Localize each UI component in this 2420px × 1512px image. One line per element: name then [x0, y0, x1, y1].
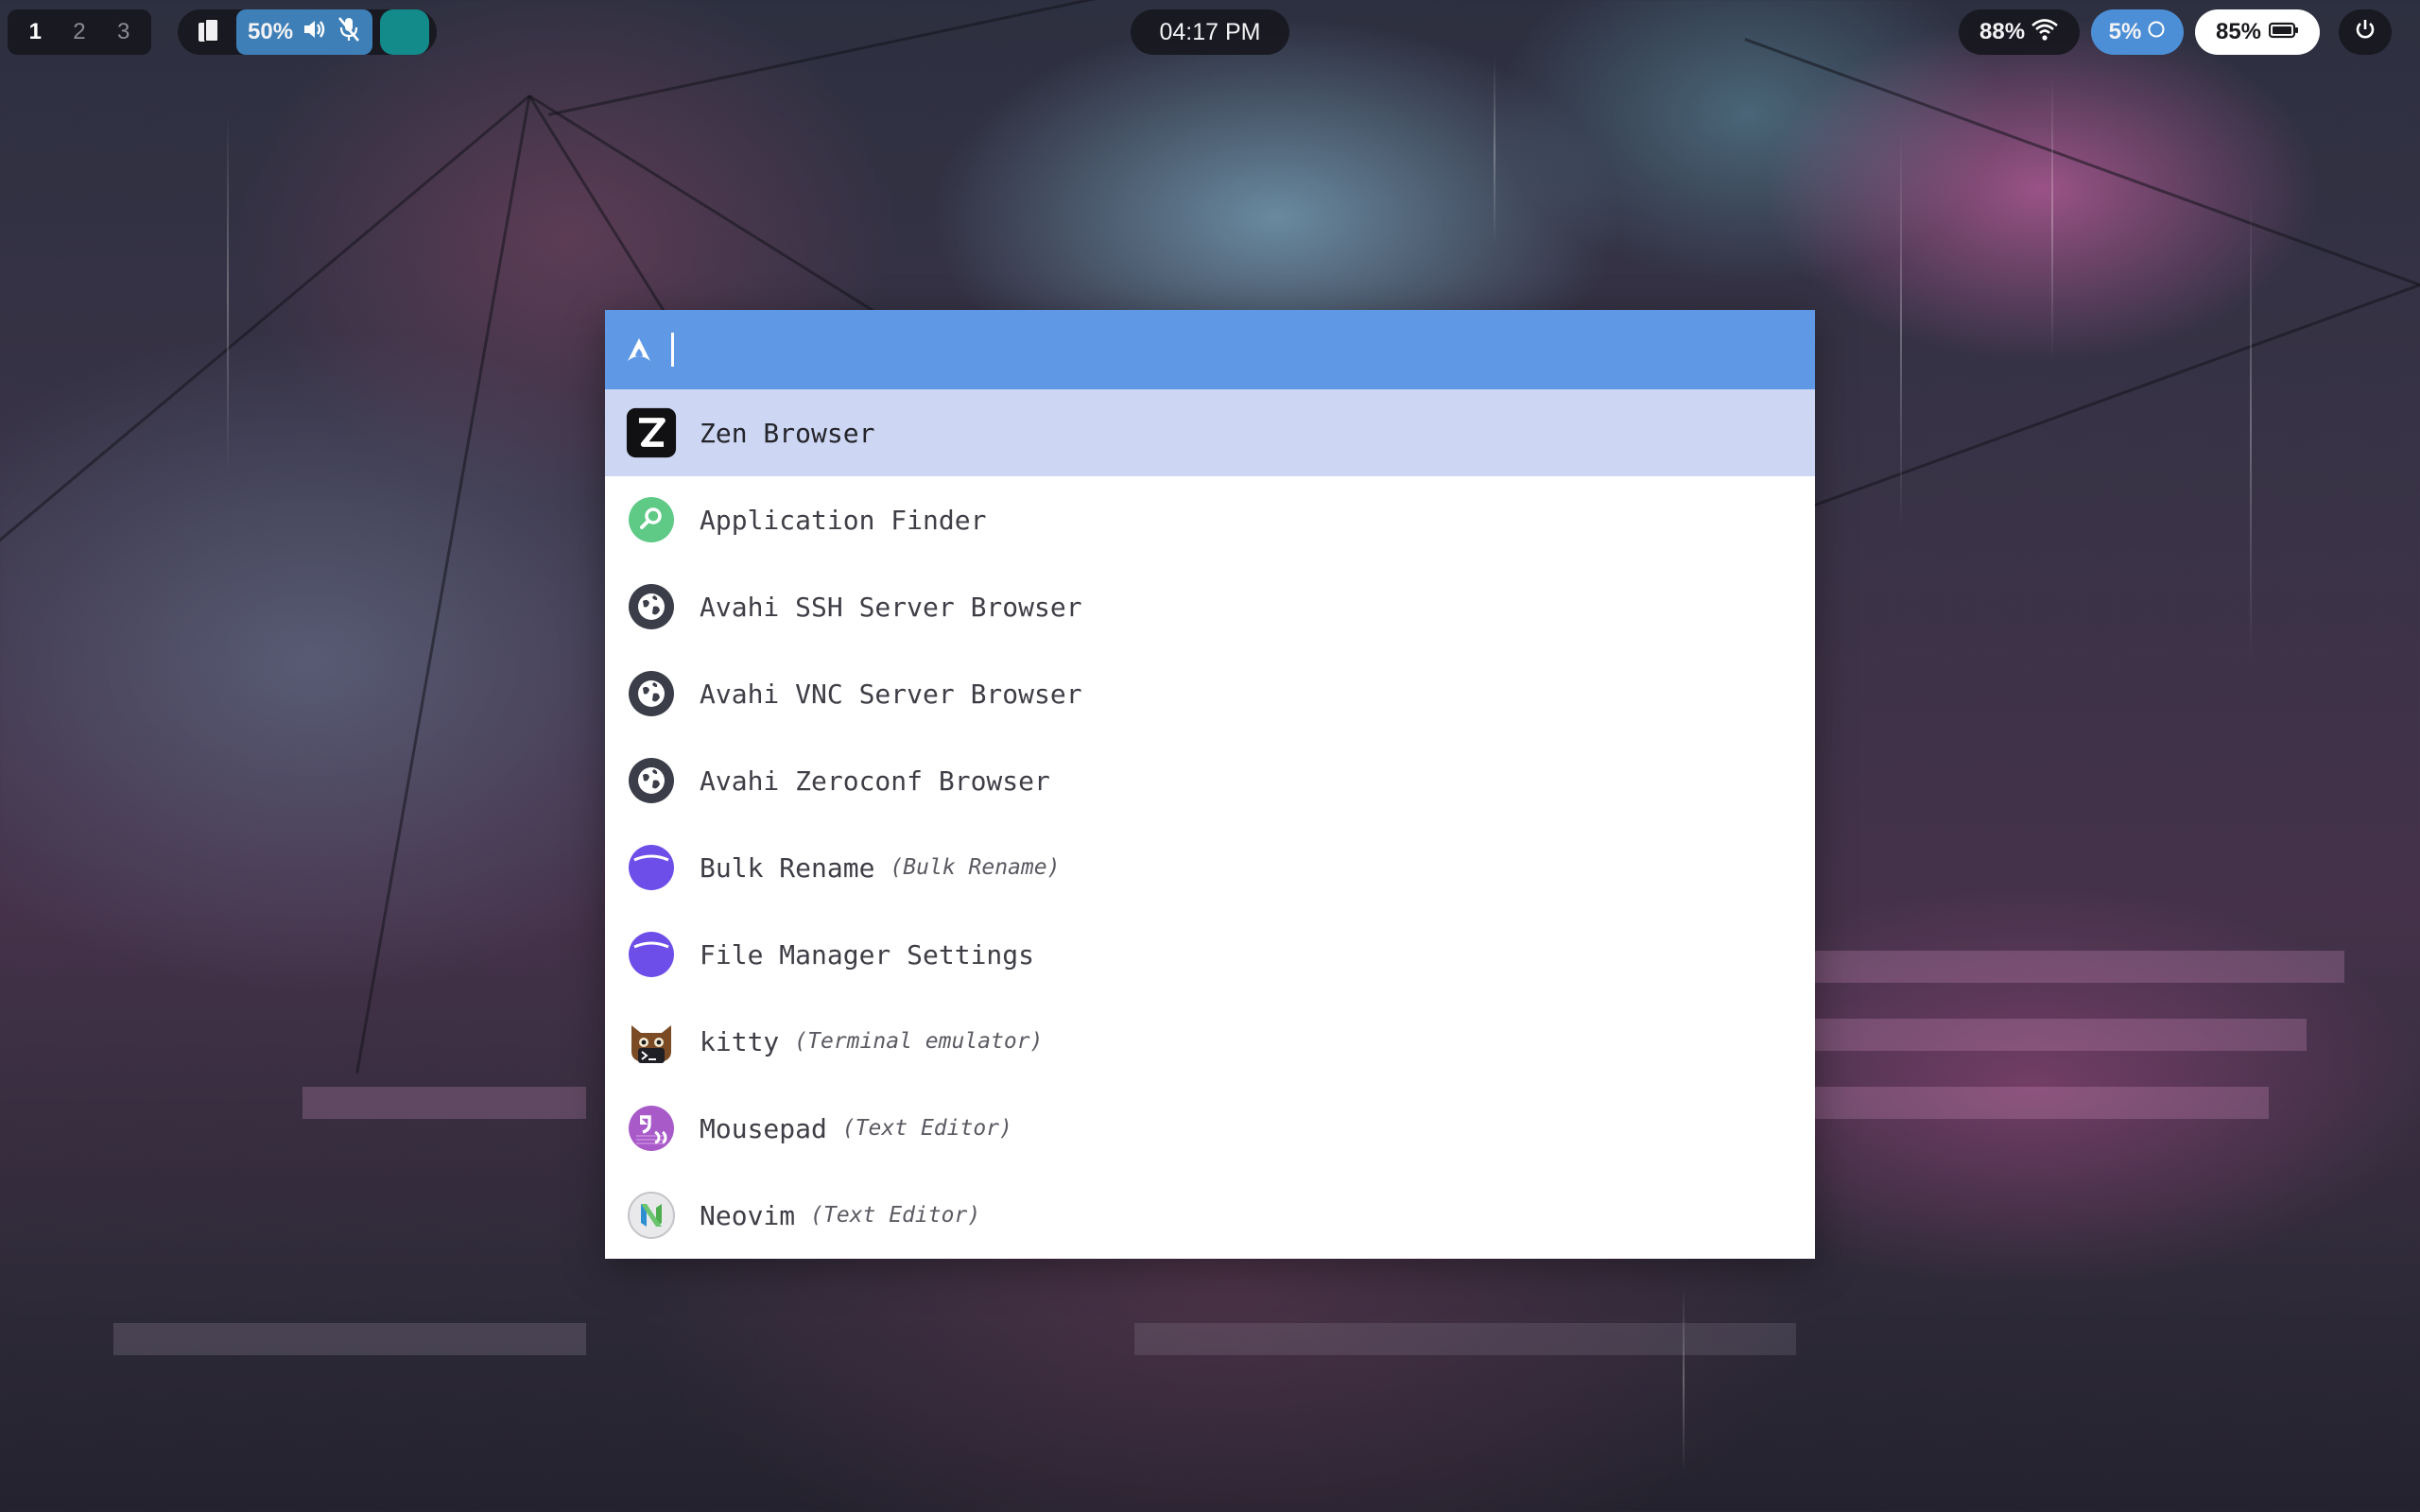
- app-item-name: Avahi SSH Server Browser: [700, 591, 1082, 623]
- text-cursor: [671, 333, 674, 367]
- app-item-kitty[interactable]: kitty (Terminal emulator): [605, 998, 1815, 1085]
- app-item-name: Bulk Rename: [700, 851, 875, 884]
- app-item-mousepad[interactable]: Mousepad (Text Editor): [605, 1085, 1815, 1172]
- speaker-icon[interactable]: [302, 18, 327, 47]
- workspace-1[interactable]: 1: [14, 19, 56, 45]
- app-item-name: Neovim: [700, 1199, 796, 1231]
- folder-purple-icon: [626, 842, 677, 893]
- launcher-search-bar[interactable]: [605, 310, 1815, 389]
- top-bar: 1 2 3 50% 04:17 PM 88% 5% 85%: [0, 0, 2420, 64]
- battery-level: 85%: [2215, 19, 2262, 44]
- app-item-desc: (Bulk Rename): [890, 855, 1061, 880]
- notification-indicator[interactable]: [380, 9, 430, 55]
- workspace-2[interactable]: 2: [59, 19, 100, 45]
- app-launcher: Zen Browser Application Finder Avahi SSH…: [605, 310, 1815, 1259]
- app-item-zen-browser[interactable]: Zen Browser: [605, 389, 1815, 476]
- clipboard-icon[interactable]: [195, 17, 223, 47]
- launcher-search-input[interactable]: [688, 329, 1789, 372]
- app-item-avahi-vnc[interactable]: Avahi VNC Server Browser: [605, 650, 1815, 737]
- kitty-icon: [626, 1016, 677, 1067]
- app-item-name: kitty: [700, 1025, 780, 1057]
- workspace-3[interactable]: 3: [103, 19, 145, 45]
- app-item-name: Zen Browser: [700, 417, 875, 449]
- app-item-application-finder[interactable]: Application Finder: [605, 476, 1815, 563]
- wifi-strength: 88%: [1979, 19, 2026, 44]
- cpu-value: 5%: [2108, 19, 2142, 44]
- volume-level: 50%: [248, 19, 294, 44]
- app-item-file-manager-settings[interactable]: File Manager Settings: [605, 911, 1815, 998]
- zen-browser-icon: [626, 407, 677, 458]
- arch-logo-icon: [626, 336, 652, 363]
- power-icon: [2354, 18, 2377, 47]
- globe-icon: [626, 755, 677, 806]
- globe-icon: [626, 668, 677, 719]
- neovim-icon: [626, 1190, 677, 1241]
- app-item-desc: (Text Editor): [841, 1116, 1012, 1141]
- cpu-usage[interactable]: 5%: [2091, 9, 2184, 55]
- folder-purple-icon: [626, 929, 677, 980]
- app-item-name: Avahi Zeroconf Browser: [700, 765, 1050, 797]
- workspace-switcher: 1 2 3: [8, 9, 151, 55]
- mic-muted-icon[interactable]: [337, 16, 361, 49]
- wifi-status[interactable]: 88%: [1959, 9, 2080, 55]
- system-tray: 50%: [178, 9, 437, 55]
- app-item-name: File Manager Settings: [700, 938, 1035, 971]
- cpu-ring-icon: [2147, 19, 2166, 45]
- globe-icon: [626, 581, 677, 632]
- app-item-desc: (Text Editor): [810, 1203, 981, 1228]
- app-item-avahi-ssh[interactable]: Avahi SSH Server Browser: [605, 563, 1815, 650]
- wifi-icon: [2031, 17, 2059, 48]
- app-item-name: Mousepad: [700, 1112, 827, 1144]
- volume-control[interactable]: 50%: [236, 9, 373, 55]
- clock[interactable]: 04:17 PM: [1131, 9, 1289, 55]
- clock-time: 04:17 PM: [1159, 18, 1261, 45]
- app-item-avahi-zeroconf[interactable]: Avahi Zeroconf Browser: [605, 737, 1815, 824]
- app-item-name: Application Finder: [700, 504, 987, 536]
- app-list: Zen Browser Application Finder Avahi SSH…: [605, 389, 1815, 1259]
- app-item-bulk-rename[interactable]: Bulk Rename (Bulk Rename): [605, 824, 1815, 911]
- app-item-name: Avahi VNC Server Browser: [700, 678, 1082, 710]
- battery-icon: [2268, 19, 2299, 45]
- app-finder-icon: [626, 494, 677, 545]
- mousepad-icon: [626, 1103, 677, 1154]
- battery-status[interactable]: 85%: [2195, 9, 2320, 55]
- app-item-neovim[interactable]: Neovim (Text Editor): [605, 1172, 1815, 1259]
- app-item-desc: (Terminal emulator): [794, 1029, 1044, 1054]
- power-button[interactable]: [2339, 9, 2392, 55]
